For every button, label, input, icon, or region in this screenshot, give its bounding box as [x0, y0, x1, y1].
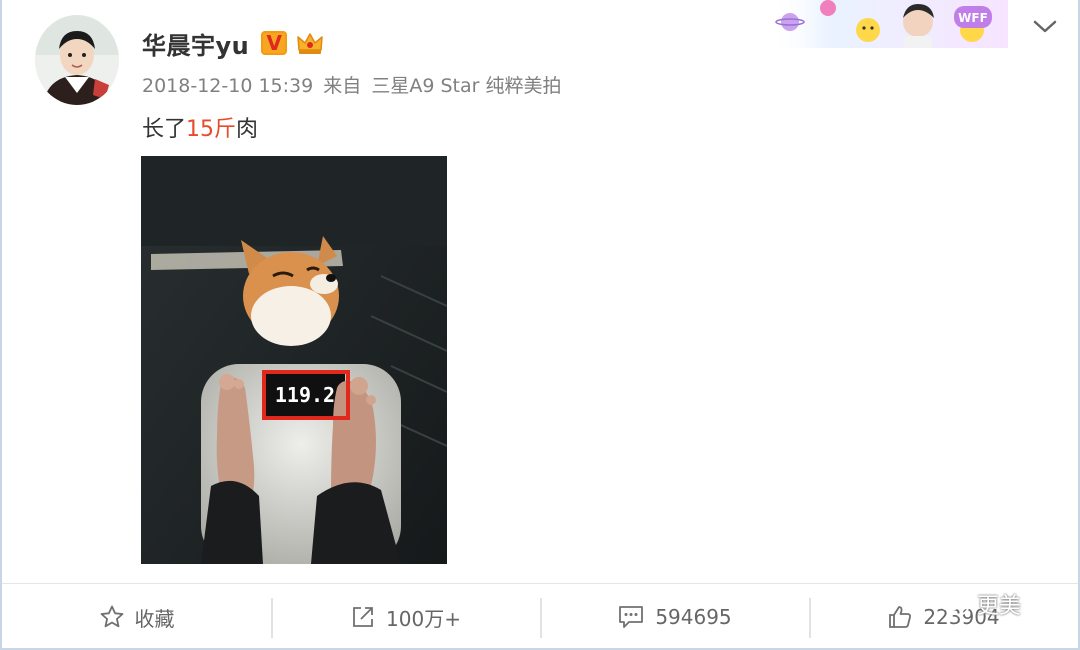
- comment-button[interactable]: 594695: [540, 584, 809, 648]
- post-meta: 2018-12-10 15:39 来自 三星A9 Star 纯粹美拍: [142, 71, 565, 98]
- share-count: 100万+: [386, 606, 461, 631]
- post-text-after: 肉: [236, 117, 259, 142]
- share-button[interactable]: 100万+: [271, 584, 540, 648]
- post-timestamp[interactable]: 2018-12-10 15:39: [142, 75, 313, 97]
- crown-icon: [297, 33, 323, 54]
- favorite-button[interactable]: 收藏: [2, 584, 271, 648]
- banner-label: WFF: [958, 11, 988, 25]
- star-icon: [100, 605, 123, 628]
- comment-count: 594695: [655, 605, 732, 629]
- source-prefix: 来自: [323, 75, 362, 97]
- post-text-before: 长了: [142, 117, 187, 142]
- thumbs-up-icon: [889, 606, 912, 628]
- username-row: 华晨宇yu V: [142, 24, 325, 62]
- avatar[interactable]: [35, 15, 119, 105]
- chevron-down-icon[interactable]: [1032, 16, 1058, 36]
- comment-icon: [619, 606, 644, 628]
- source-device[interactable]: 三星A9 Star 纯粹美拍: [371, 75, 561, 97]
- weibo-post-card: 华晨宇yu V 2018-12-10 15:39 来自 三星A9 Star 纯粹…: [0, 0, 1080, 650]
- shiba-scale-photo: [141, 156, 447, 564]
- post-photo[interactable]: 119.2: [141, 156, 447, 564]
- favorite-label: 收藏: [134, 606, 175, 631]
- watermark: 更美: [937, 588, 1021, 620]
- wechat-icon: [938, 591, 969, 616]
- share-icon: [353, 607, 373, 627]
- username[interactable]: 华晨宇yu: [142, 26, 249, 61]
- watermark-label: 更美: [977, 594, 1022, 619]
- verified-badge: V: [261, 31, 288, 55]
- post-text: 长了15斤肉: [142, 111, 258, 143]
- scale-annotation-box: [262, 370, 350, 420]
- post-text-highlight: 15斤: [186, 117, 237, 142]
- avatar-image: [35, 15, 119, 105]
- decorative-banner[interactable]: WFF: [768, 0, 1008, 48]
- action-bar: 收藏 100万+ 594695 223904: [2, 584, 1078, 648]
